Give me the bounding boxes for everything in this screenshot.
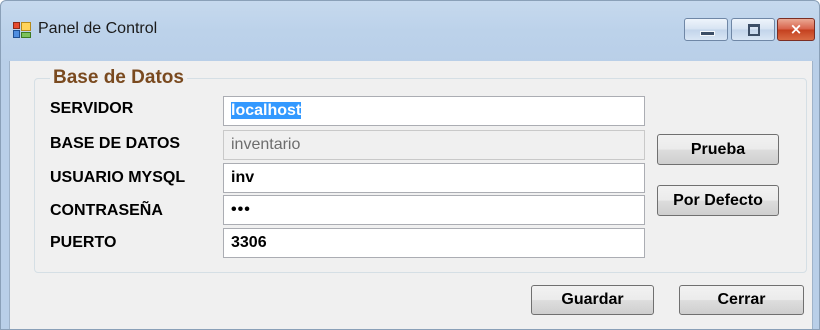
password-input[interactable]: ••• (223, 195, 645, 225)
app-icon (13, 22, 31, 38)
port-label: PUERTO (50, 234, 117, 251)
database-label: BASE DE DATOS (50, 135, 181, 152)
default-settings-button[interactable]: Por Defecto (657, 185, 779, 216)
close-icon: × (789, 20, 803, 38)
window-title: Panel de Control (38, 20, 158, 37)
port-input[interactable]: 3306 (223, 228, 645, 258)
panel-de-control-window: Panel de Control × Base de Datos SERVIDO… (0, 0, 820, 330)
minimize-button[interactable] (684, 18, 728, 41)
database-input: inventario (223, 130, 645, 160)
save-button[interactable]: Guardar (531, 285, 654, 315)
test-connection-button[interactable]: Prueba (657, 134, 779, 165)
maximize-button[interactable] (731, 18, 775, 41)
title-bar[interactable]: Panel de Control × (1, 1, 819, 61)
groupbox-title: Base de Datos (50, 67, 187, 89)
server-value: localhost (231, 102, 302, 119)
client-area: Base de Datos SERVIDOR localhost BASE DE… (9, 61, 813, 329)
server-input[interactable]: localhost (223, 96, 645, 126)
password-label: CONTRASEÑA (50, 202, 163, 219)
mysql-user-label: USUARIO MYSQL (50, 169, 186, 186)
close-window-button[interactable]: × (777, 18, 815, 41)
close-button[interactable]: Cerrar (679, 285, 804, 315)
server-label: SERVIDOR (50, 100, 134, 117)
mysql-user-input[interactable]: inv (223, 163, 645, 193)
mysql-user-value: inv (231, 169, 255, 186)
database-value: inventario (231, 136, 301, 153)
password-value: ••• (231, 201, 251, 218)
port-value: 3306 (231, 234, 267, 251)
